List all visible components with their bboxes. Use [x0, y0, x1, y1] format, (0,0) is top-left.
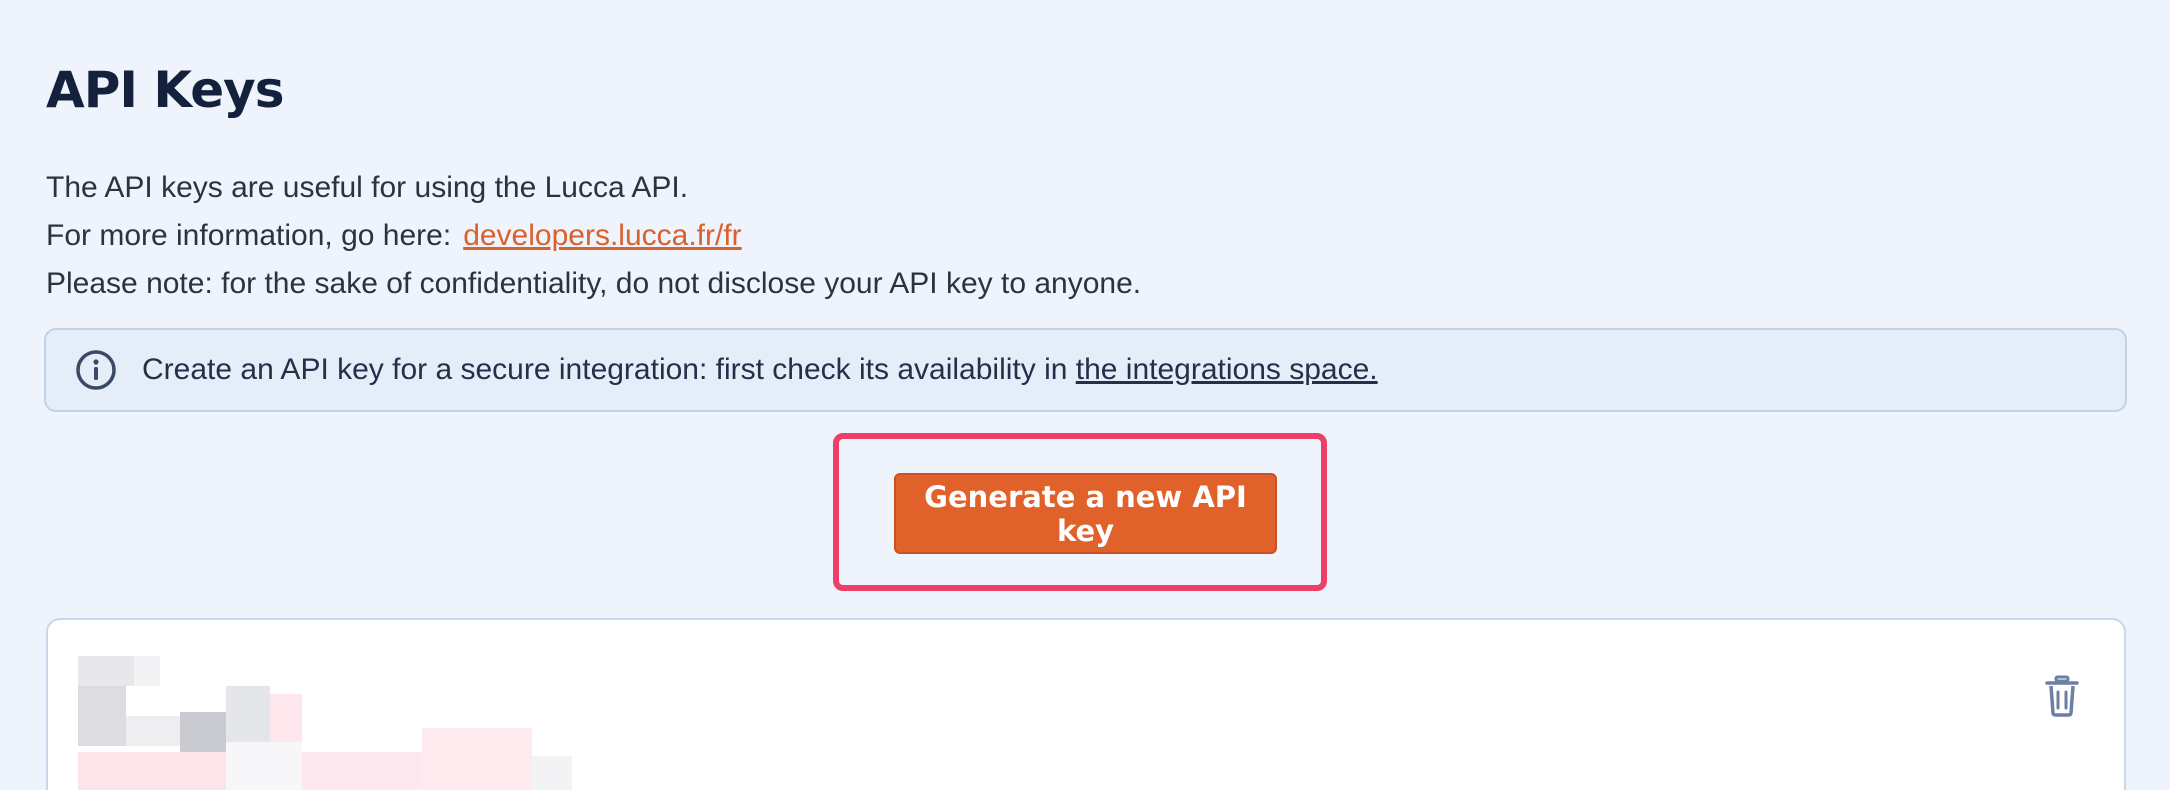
developers-link[interactable]: developers.lucca.fr/fr [463, 219, 741, 252]
integrations-space-link[interactable]: the integrations space. [1076, 353, 1378, 386]
page-title: API Keys [46, 61, 284, 119]
intro-line-usage: The API keys are useful for using the Lu… [46, 171, 689, 204]
info-circle-icon [74, 348, 118, 392]
api-key-card [46, 618, 2126, 790]
generate-api-key-button[interactable]: Generate a new API key [894, 473, 1277, 554]
intro-line-info: For more information, go here: developers… [46, 212, 1141, 260]
redacted-key-info [78, 656, 718, 790]
api-keys-page: API Keys The API keys are useful for usi… [0, 0, 2170, 790]
info-banner: Create an API key for a secure integrati… [44, 328, 2127, 412]
info-banner-text: Create an API key for a secure integrati… [142, 353, 1378, 387]
info-banner-message: Create an API key for a secure integrati… [142, 353, 1076, 386]
trash-icon[interactable] [2044, 675, 2080, 717]
intro-info-label: For more information, go here: [46, 219, 452, 252]
intro-text: The API keys are useful for using the Lu… [46, 164, 1141, 308]
intro-line-confidentiality: Please note: for the sake of confidentia… [46, 267, 1142, 300]
